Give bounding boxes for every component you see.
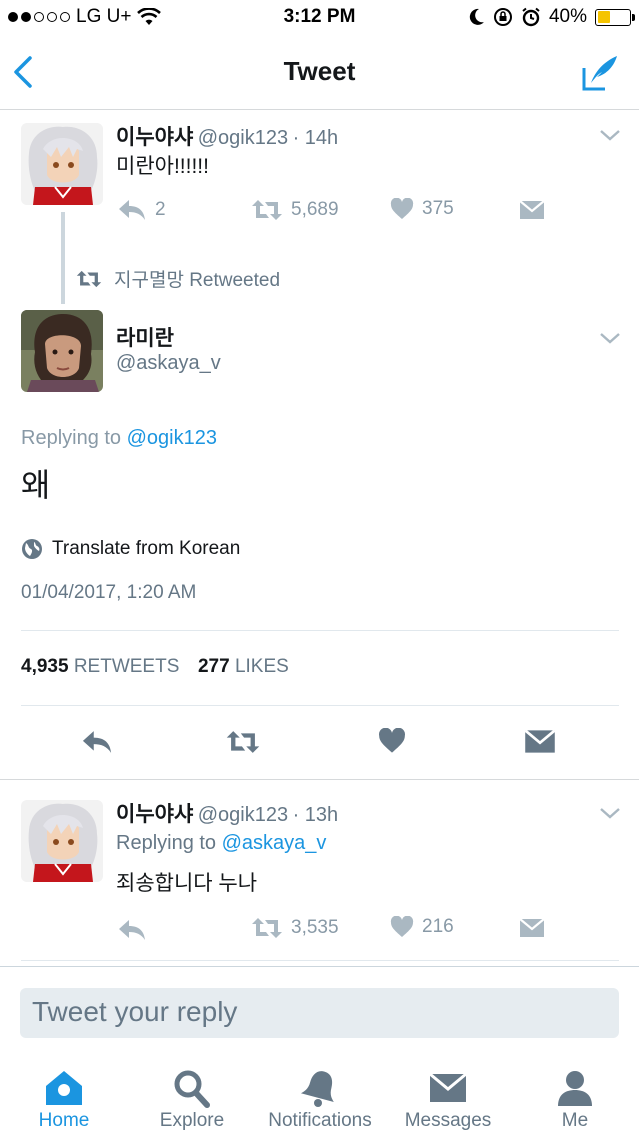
username[interactable]: @askaya_v — [116, 352, 221, 375]
globe-icon — [22, 539, 42, 559]
tab-home[interactable]: Home — [0, 1050, 128, 1138]
replying-to-label: Replying to — [116, 832, 217, 854]
replying-to: Replying to @ogik123 — [21, 427, 217, 450]
tab-me[interactable]: Me — [511, 1050, 639, 1138]
rotation-lock-icon — [493, 8, 512, 26]
direct-message-icon[interactable] — [519, 918, 545, 938]
username[interactable]: @ogik123 — [198, 127, 288, 149]
thread-line — [61, 212, 65, 304]
retweet-icon — [76, 270, 102, 287]
direct-message-icon[interactable] — [524, 729, 556, 754]
battery-icon — [595, 8, 635, 26]
replying-to-label: Replying to — [21, 427, 122, 449]
retweet-icon — [252, 918, 282, 938]
chevron-down-icon[interactable] — [599, 806, 621, 820]
reply-input[interactable]: Tweet your reply — [20, 988, 619, 1038]
divider — [0, 779, 639, 780]
tab-bar: Home Explore Notifications Messages Me — [0, 1050, 639, 1138]
home-icon — [46, 1071, 82, 1105]
display-name[interactable]: 이누야샤 — [116, 803, 193, 826]
engagement-stats: 4,935 RETWEETS 277 LIKES — [21, 656, 289, 678]
page-title: Tweet — [283, 56, 356, 86]
display-name[interactable]: 라미란 — [116, 322, 174, 352]
alarm-icon — [522, 7, 540, 27]
battery-percent: 40% — [548, 6, 587, 27]
tab-notifications[interactable]: Notifications — [256, 1050, 384, 1138]
reply-button[interactable]: 2 — [117, 198, 166, 222]
reply-count: 2 — [155, 199, 166, 220]
moon-icon — [469, 8, 484, 25]
tweet-text: 죄송합니다 누나 — [116, 872, 258, 895]
tweet-header: 이누야샤 @ogik123 · 14h — [116, 121, 338, 151]
replying-to-handle[interactable]: @askaya_v — [222, 832, 327, 854]
tab-label: Messages — [404, 1110, 492, 1131]
chevron-down-icon[interactable] — [599, 128, 621, 142]
divider — [21, 630, 619, 631]
tweet-text: 왜 — [21, 467, 51, 503]
translate-label: Translate from Korean — [52, 538, 241, 559]
retweet-icon[interactable] — [224, 729, 262, 755]
display-name[interactable]: 이누야샤 — [116, 126, 193, 149]
reply-icon[interactable] — [117, 918, 147, 942]
like-count: 216 — [422, 916, 454, 937]
like-count: 375 — [422, 198, 454, 219]
avatar[interactable] — [21, 123, 103, 205]
person-icon — [558, 1071, 592, 1106]
tab-label: Notifications — [268, 1110, 372, 1131]
heart-icon[interactable] — [378, 728, 406, 754]
divider — [21, 960, 619, 961]
divider — [0, 966, 639, 967]
replying-to: Replying to @askaya_v — [116, 832, 326, 855]
retweet-total-label[interactable]: RETWEETS — [74, 656, 180, 677]
retweet-context: 지구멸망 Retweeted — [76, 265, 280, 292]
avatar[interactable] — [21, 800, 103, 882]
tweet-timestamp: 01/04/2017, 1:20 AM — [21, 582, 197, 603]
username[interactable]: @ogik123 — [198, 804, 288, 826]
envelope-icon — [429, 1072, 467, 1102]
translate-link[interactable]: Translate from Korean — [21, 538, 240, 560]
tweet-time: · 14h — [292, 127, 339, 149]
tab-label: Me — [561, 1110, 589, 1131]
reply-icon[interactable] — [80, 729, 114, 755]
divider — [21, 705, 619, 706]
search-icon — [174, 1070, 210, 1108]
like-button[interactable]: 375 — [390, 198, 454, 220]
retweet-button[interactable]: 3,535 — [251, 916, 339, 940]
like-total[interactable]: 277 — [198, 656, 230, 677]
like-total-label[interactable]: LIKES — [235, 656, 289, 677]
battery-level — [597, 11, 610, 23]
retweet-total[interactable]: 4,935 — [21, 656, 69, 677]
status-indicators: 40% — [469, 6, 635, 28]
tweet-time: · 13h — [292, 804, 339, 826]
retweet-button[interactable]: 5,689 — [251, 198, 339, 222]
direct-message-icon[interactable] — [519, 200, 545, 220]
replying-to-handle[interactable]: @ogik123 — [127, 427, 217, 449]
reply-icon — [119, 200, 145, 220]
tab-messages[interactable]: Messages — [384, 1050, 512, 1138]
tab-label: Home — [38, 1110, 90, 1131]
reply-placeholder: Tweet your reply — [32, 996, 238, 1027]
compose-tweet-icon[interactable] — [581, 52, 621, 92]
status-bar: LG U+ 3:12 PM 40% — [0, 0, 639, 36]
tweet-text: 미란아!!!!!! — [116, 155, 209, 178]
chevron-down-icon[interactable] — [599, 331, 621, 345]
tweet-header: 이누야샤 @ogik123 · 13h — [116, 798, 338, 828]
tab-explore[interactable]: Explore — [128, 1050, 256, 1138]
retweeted-by-label[interactable]: 지구멸망 Retweeted — [114, 265, 280, 292]
bell-icon — [300, 1071, 334, 1107]
navigation-bar: Tweet — [0, 36, 639, 110]
like-button[interactable]: 216 — [390, 916, 454, 938]
heart-icon — [390, 916, 414, 937]
retweet-count: 5,689 — [291, 199, 339, 220]
avatar[interactable] — [21, 310, 103, 392]
heart-icon — [390, 198, 414, 219]
retweet-icon — [252, 200, 282, 220]
tab-label: Explore — [159, 1110, 225, 1131]
retweet-count: 3,535 — [291, 917, 339, 938]
